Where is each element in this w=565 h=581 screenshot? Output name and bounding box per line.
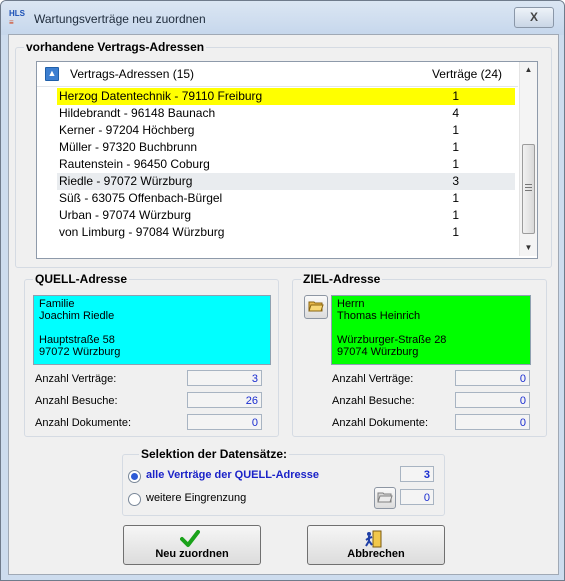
list-item-contract-count: 1 bbox=[452, 123, 459, 137]
target-address-group: ZIEL-Adresse Herrn Thomas Heinrich Würzb… bbox=[292, 272, 547, 437]
dialog-client-area: vorhandene Vertrags-Adressen ▲ Vertrags-… bbox=[8, 34, 559, 575]
source-address-box: Familie Joachim Riedle Hauptstraße 58 97… bbox=[33, 295, 271, 365]
source-line: 97072 Würzburg bbox=[39, 346, 121, 358]
target-line: Thomas Heinrich bbox=[337, 310, 421, 322]
list-item[interactable]: von Limburg - 97084 Würzburg 1 bbox=[57, 224, 515, 241]
source-line: Joachim Riedle bbox=[39, 310, 115, 322]
close-button[interactable]: X bbox=[514, 7, 554, 28]
list-item[interactable]: Rautenstein - 96450 Coburg 1 bbox=[57, 156, 515, 173]
folder-open-icon bbox=[308, 301, 324, 312]
reassign-button[interactable]: Neu zuordnen bbox=[123, 525, 261, 565]
scroll-up-arrow-icon[interactable]: ▲ bbox=[520, 62, 537, 78]
list-item-contract-count: 1 bbox=[452, 208, 459, 222]
list-item-address: Urban - 97074 Würzburg bbox=[59, 208, 192, 222]
selection-label: Selektion der Datensätze: bbox=[139, 447, 290, 461]
target-visits-value: 0 bbox=[455, 392, 530, 408]
list-item-contract-count: 3 bbox=[452, 174, 459, 188]
selection-group: Selektion der Datensätze: alle Verträge … bbox=[122, 447, 445, 516]
source-address-label: QUELL-Adresse bbox=[33, 272, 130, 286]
list-item-contract-count: 1 bbox=[452, 225, 459, 239]
list-header: ▲ Vertrags-Adressen (15) Verträge (24) bbox=[37, 62, 518, 87]
list-item-address: Müller - 97320 Buchbrunn bbox=[59, 140, 198, 154]
radio-all-contracts[interactable] bbox=[128, 470, 141, 483]
radio-further-filter[interactable] bbox=[128, 493, 141, 506]
app-logo-icon: HLS ≡ bbox=[9, 9, 25, 27]
filter-folder-button[interactable] bbox=[374, 487, 396, 509]
folder-open-icon bbox=[377, 492, 393, 503]
list-item[interactable]: Riedle - 97072 Würzburg 3 bbox=[57, 173, 515, 190]
open-target-folder-button[interactable] bbox=[304, 295, 328, 319]
list-item-contract-count: 4 bbox=[452, 106, 459, 120]
further-filter-count: 0 bbox=[400, 489, 434, 505]
list-item-address: Hildebrandt - 96148 Baunach bbox=[59, 106, 216, 120]
source-docs-value: 0 bbox=[187, 414, 262, 430]
cancel-button-label: Abbrechen bbox=[347, 548, 405, 560]
title-bar[interactable]: HLS ≡ Wartungsverträge neu zuordnen X bbox=[1, 1, 564, 35]
source-address-group: QUELL-Adresse Familie Joachim Riedle Hau… bbox=[24, 272, 279, 437]
cancel-button[interactable]: Abbrechen bbox=[307, 525, 445, 565]
source-line bbox=[39, 322, 265, 334]
list-item[interactable]: Hildebrandt - 96148 Baunach 4 bbox=[57, 105, 515, 122]
radio-all-contracts-label[interactable]: alle Verträge der QUELL-Adresse bbox=[146, 469, 319, 481]
list-item[interactable]: Urban - 97074 Würzburg 1 bbox=[57, 207, 515, 224]
target-line: 97074 Würzburg bbox=[337, 346, 419, 358]
source-contracts-label: Anzahl Verträge: bbox=[35, 373, 117, 385]
source-docs-label: Anzahl Dokumente: bbox=[35, 417, 131, 429]
list-item[interactable]: Süß - 63075 Offenbach-Bürgel 1 bbox=[57, 190, 515, 207]
address-list[interactable]: ▲ Vertrags-Adressen (15) Verträge (24) H… bbox=[36, 61, 538, 259]
target-docs-label: Anzahl Dokumente: bbox=[332, 417, 428, 429]
list-item[interactable]: Müller - 97320 Buchbrunn 1 bbox=[57, 139, 515, 156]
checkmark-icon bbox=[180, 530, 200, 547]
list-item[interactable]: Herzog Datentechnik - 79110 Freiburg 1 bbox=[57, 88, 515, 105]
target-line: Würzburger-Straße 28 bbox=[337, 334, 447, 346]
target-address-box: Herrn Thomas Heinrich Würzburger-Straße … bbox=[331, 295, 531, 365]
target-contracts-value: 0 bbox=[455, 370, 530, 386]
list-item-address: Süß - 63075 Offenbach-Bürgel bbox=[59, 191, 223, 205]
list-vertical-scrollbar[interactable]: ▲ ▼ bbox=[519, 62, 537, 256]
radio-further-filter-label[interactable]: weitere Eingrenzung bbox=[146, 492, 246, 504]
source-contracts-value: 3 bbox=[187, 370, 262, 386]
sort-up-icon[interactable]: ▲ bbox=[45, 67, 59, 81]
target-address-label: ZIEL-Adresse bbox=[301, 272, 383, 286]
list-item-address: Riedle - 97072 Würzburg bbox=[59, 174, 193, 188]
source-line: Hauptstraße 58 bbox=[39, 334, 115, 346]
column-header-addresses[interactable]: Vertrags-Adressen (15) bbox=[70, 67, 194, 81]
list-item-address: Rautenstein - 96450 Coburg bbox=[59, 157, 210, 171]
list-item-address: Kerner - 97204 Höchberg bbox=[59, 123, 195, 137]
list-item-contract-count: 1 bbox=[452, 89, 459, 103]
target-visits-label: Anzahl Besuche: bbox=[332, 395, 415, 407]
scroll-down-arrow-icon[interactable]: ▼ bbox=[520, 240, 537, 256]
list-item-contract-count: 1 bbox=[452, 191, 459, 205]
list-item-address: von Limburg - 97084 Würzburg bbox=[59, 225, 225, 239]
target-docs-value: 0 bbox=[455, 414, 530, 430]
exit-door-icon bbox=[365, 530, 382, 548]
target-line: Herrn bbox=[337, 298, 365, 310]
reassign-button-label: Neu zuordnen bbox=[155, 548, 229, 560]
source-line: Familie bbox=[39, 298, 75, 310]
list-item-contract-count: 1 bbox=[452, 140, 459, 154]
addresses-group-label: vorhandene Vertrags-Adressen bbox=[24, 40, 207, 54]
addresses-group: vorhandene Vertrags-Adressen ▲ Vertrags-… bbox=[15, 40, 552, 268]
dialog-window: HLS ≡ Wartungsverträge neu zuordnen X vor… bbox=[0, 0, 565, 581]
list-item-address: Herzog Datentechnik - 79110 Freiburg bbox=[59, 89, 263, 103]
scroll-thumb[interactable] bbox=[522, 144, 535, 234]
target-contracts-label: Anzahl Verträge: bbox=[332, 373, 414, 385]
source-visits-label: Anzahl Besuche: bbox=[35, 395, 118, 407]
column-header-contracts[interactable]: Verträge (24) bbox=[432, 67, 502, 81]
list-item-contract-count: 1 bbox=[452, 157, 459, 171]
list-item[interactable]: Kerner - 97204 Höchberg 1 bbox=[57, 122, 515, 139]
all-contracts-count: 3 bbox=[400, 466, 434, 482]
target-line bbox=[337, 322, 525, 334]
source-visits-value: 26 bbox=[187, 392, 262, 408]
window-title: Wartungsverträge neu zuordnen bbox=[34, 12, 206, 26]
